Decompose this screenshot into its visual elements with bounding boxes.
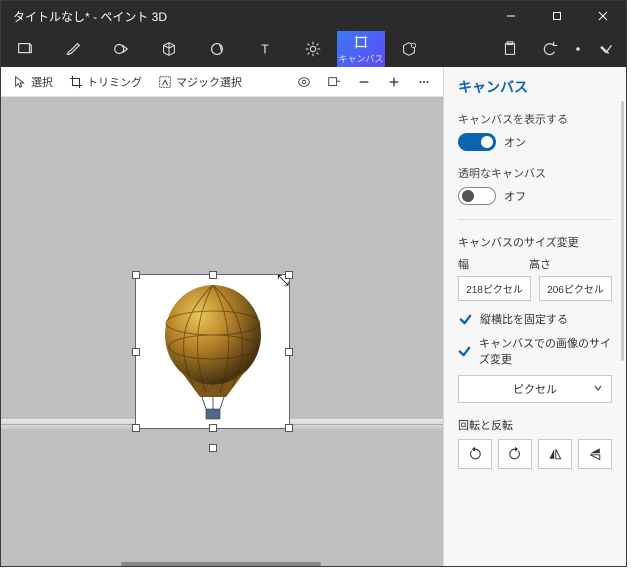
crop-tool[interactable]: トリミング (63, 69, 148, 95)
select-tool[interactable]: 選択 (7, 69, 59, 95)
redo-button[interactable] (586, 31, 626, 67)
3d-shapes-tab[interactable] (145, 31, 193, 67)
maximize-button[interactable] (534, 1, 580, 31)
more-button[interactable] (411, 69, 437, 95)
minimize-button[interactable] (488, 1, 534, 31)
resize-heading: キャンバスのサイズ変更 (458, 234, 612, 250)
resize-handle-bl[interactable] (132, 424, 140, 432)
resize-handle-mr[interactable] (285, 348, 293, 356)
ribbon: T キャンバス (1, 31, 626, 67)
undo-button[interactable] (530, 31, 570, 67)
menu-button[interactable] (1, 31, 49, 67)
width-input[interactable]: 218ピクセル (458, 276, 531, 301)
rotate-heading: 回転と反転 (458, 417, 612, 433)
zoom-out-button[interactable] (351, 69, 377, 95)
3d-library-tab[interactable] (385, 31, 433, 67)
flip-vertical-button[interactable] (578, 439, 612, 469)
resize-handle-br[interactable] (285, 424, 293, 432)
check-icon (458, 344, 471, 358)
height-input[interactable]: 206ピクセル (539, 276, 612, 301)
divider (458, 219, 612, 220)
resize-handle-ml[interactable] (132, 348, 140, 356)
zoom-in-button[interactable] (381, 69, 407, 95)
canvas-tab[interactable]: キャンバス (337, 31, 385, 67)
chevron-down-icon (593, 383, 603, 396)
show-canvas-state: オン (504, 134, 526, 150)
app-window: タイトルなし* - ペイント 3D T キャンバス 選択 (0, 0, 627, 567)
svg-text:T: T (261, 43, 269, 57)
paste-button[interactable] (490, 31, 530, 67)
resize-handle-tr[interactable] (285, 271, 293, 279)
lock-aspect-checkbox[interactable]: 縦横比を固定する (458, 311, 612, 327)
titlebar: タイトルなし* - ペイント 3D (1, 1, 626, 31)
effects-tab[interactable] (289, 31, 337, 67)
vertical-scrollbar[interactable] (621, 101, 624, 361)
canvas-tab-label: キャンバス (338, 52, 383, 65)
canvas-sidepanel: キャンバス キャンバスを表示する オン 透明なキャンバス オフ キャンバスのサイ… (443, 67, 626, 566)
selection-toolbar: 選択 トリミング マジック選択 (1, 67, 443, 97)
window-title: タイトルなし* - ペイント 3D (1, 8, 167, 25)
mixed-reality-button[interactable] (321, 69, 347, 95)
resize-handle-tm[interactable] (209, 271, 217, 279)
close-button[interactable] (580, 1, 626, 31)
width-label: 幅 (458, 256, 469, 272)
resize-image-checkbox[interactable]: キャンバスでの画像のサイズ変更 (458, 335, 612, 367)
magic-select-tool[interactable]: マジック選択 (152, 69, 248, 95)
canvas-stage[interactable]: ⤡ (1, 97, 443, 566)
brushes-tab[interactable] (49, 31, 97, 67)
rotate-cw-button[interactable] (498, 439, 532, 469)
balloon-image (136, 275, 291, 430)
canvas-area: 選択 トリミング マジック選択 (1, 67, 443, 566)
transparent-canvas-state: オフ (504, 188, 526, 204)
text-tab[interactable]: T (241, 31, 289, 67)
rotate-handle[interactable] (209, 444, 217, 452)
window-controls (488, 1, 626, 31)
horizontal-scrollbar[interactable] (121, 562, 321, 566)
check-icon (458, 312, 472, 326)
show-canvas-toggle[interactable] (458, 133, 496, 151)
history-dropdown[interactable] (570, 31, 586, 67)
canvas-selection[interactable]: ⤡ (135, 274, 290, 429)
resize-handle-bm[interactable] (209, 424, 217, 432)
stickers-tab[interactable] (193, 31, 241, 67)
3d-view-button[interactable] (291, 69, 317, 95)
flip-horizontal-button[interactable] (538, 439, 572, 469)
resize-handle-tl[interactable] (132, 271, 140, 279)
2d-shapes-tab[interactable] (97, 31, 145, 67)
unit-select[interactable]: ピクセル (458, 375, 612, 403)
show-canvas-label: キャンバスを表示する (458, 111, 612, 127)
transparent-canvas-toggle[interactable] (458, 187, 496, 205)
height-label: 高さ (529, 256, 551, 272)
rotate-ccw-button[interactable] (458, 439, 492, 469)
app-body: 選択 トリミング マジック選択 (1, 67, 626, 566)
transparent-canvas-label: 透明なキャンバス (458, 165, 612, 181)
panel-heading: キャンバス (458, 77, 612, 97)
